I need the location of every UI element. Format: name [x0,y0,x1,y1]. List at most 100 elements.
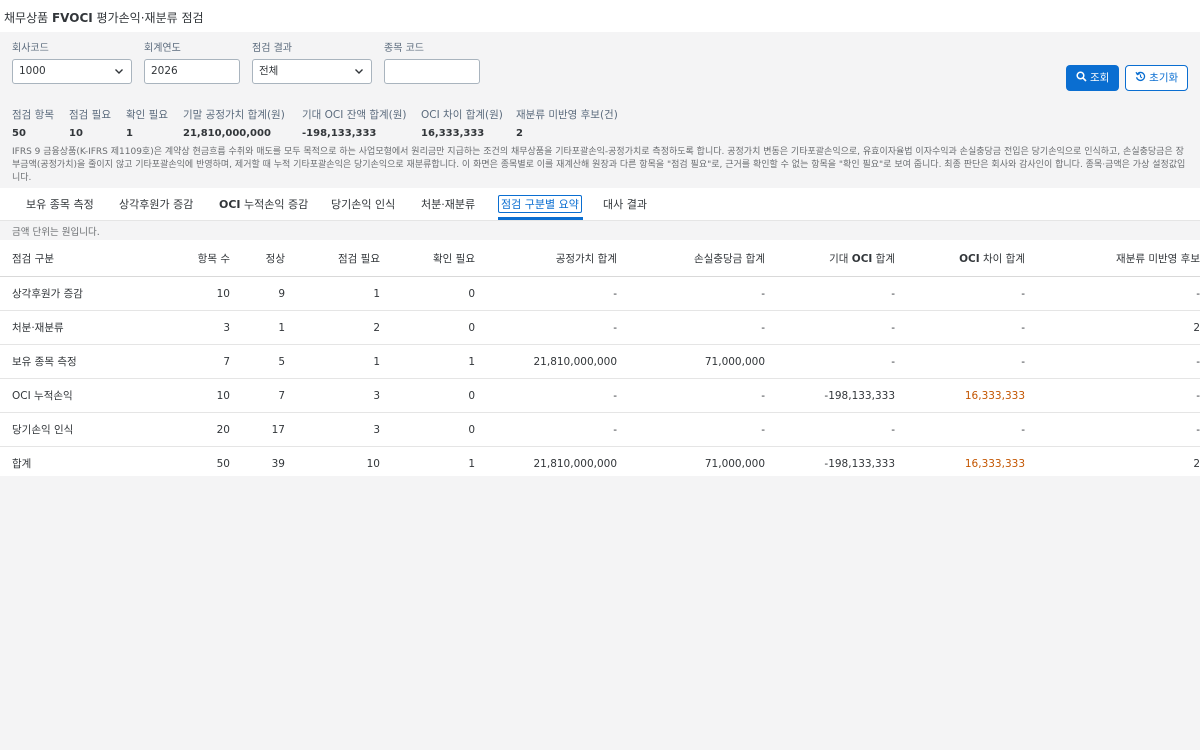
page-title-bold: FVOCI [51,11,93,25]
cell-fair-value: - [475,378,617,413]
kpi-value: 1 [126,128,133,139]
kpi-label: 점검 항목 [12,109,54,121]
title-bar: 채무상품 FVOCI 평가손익·재분류 점검 [0,0,1200,32]
col-header-reclass[interactable]: 재분류 미반영 후보 [1025,240,1200,277]
cell-confirm-needed: 0 [380,412,475,447]
kpi-fair-value-total: 기말 공정가치 합계(원) 21,810,000,000 [183,107,285,139]
tab-amortized-cost-change[interactable]: 상각후원가 증감 [119,196,193,212]
kpi-value: 10 [69,128,83,139]
cell-fair-value: - [475,310,617,345]
col-header-normal[interactable]: 정상 [230,240,285,277]
tab-holdings-measurement[interactable]: 보유 종목 측정 [26,196,94,212]
cell-expected-oci: - [765,310,895,345]
col-header-count[interactable]: 항목 수 [150,240,230,277]
cell-normal: 1 [230,310,285,345]
table-row[interactable]: 상각후원가 증감 10 9 1 0- - - - - [0,276,1200,311]
cell-confirm-needed: 0 [380,276,475,311]
cell-reclass: 2 [1025,310,1200,345]
company-code-label: 회사코드 [12,43,49,54]
check-result-select[interactable]: 전체 [252,59,372,84]
tab-disposal-reclass[interactable]: 처분·재분류 [421,196,475,212]
tab-reconciliation-result[interactable]: 대사 결과 [603,196,647,212]
table-row[interactable]: 보유 종목 측정 7 5 1 1 21,810,000,000 71,000,000- - - [0,344,1200,379]
cell-expected-oci: -198,133,333 [765,378,895,413]
col-header-expected-oci[interactable]: 기대 OCI 합계 [765,240,895,277]
kpi-label: OCI 차이 합계(원) [421,109,503,121]
cell-normal: 7 [230,378,285,413]
cell-count: 10 [150,378,230,413]
col-header-allowance[interactable]: 손실충당금 합계 [617,240,765,277]
col-header-category[interactable]: 점검 구분 [0,240,150,277]
col-header-confirm-needed[interactable]: 확인 필요 [380,240,475,277]
search-button-label: 조회 [1090,72,1110,84]
cell-allowance: - [617,412,765,447]
kpi-reclass-candidates: 재분류 미반영 후보(건) 2 [516,107,618,139]
cell-oci-diff: - [895,344,1025,379]
kpi-label: 점검 필요 [69,109,111,121]
page-title-suffix: 평가손익·재분류 점검 [92,11,204,25]
tab-oci-accumulated-change[interactable]: OCI 누적손익 증감 [219,196,308,212]
cell-normal: 9 [230,276,285,311]
col-header-part: 차이 합계 [979,252,1025,265]
cell-normal: 5 [230,344,285,379]
cell-fair-value: - [475,276,617,311]
kpi-total-items: 점검 항목 50 [12,107,54,139]
tab-oci-bold: OCI [219,198,241,211]
col-header-fair-value[interactable]: 공정가치 합계 [475,240,617,277]
cell-expected-oci: - [765,276,895,311]
tab-summary-by-category[interactable]: 점검 구분별 요약 [498,195,582,213]
cell-reclass: - [1025,378,1200,413]
fiscal-year-input[interactable]: 2026 [144,59,240,84]
kpi-check-needed: 점검 필요 10 [69,107,111,139]
col-header-part: 기대 [829,252,852,265]
kpi-value: -198,133,333 [302,128,377,139]
reset-button[interactable]: 초기화 [1125,65,1188,91]
page-title-prefix: 채무상품 [4,11,52,25]
empty-area [0,476,1200,750]
cell-allowance: - [617,310,765,345]
cell-check-needed: 2 [285,310,380,345]
search-button[interactable]: 조회 [1066,65,1119,91]
kpi-value: 16,333,333 [421,128,485,139]
item-code-label: 종목 코드 [384,43,424,54]
kpi-value: 50 [12,128,26,139]
cell-reclass: - [1025,412,1200,447]
cell-category: OCI 누적손익 [0,378,150,413]
company-code-select[interactable]: 1000 [12,59,132,84]
cell-category: 보유 종목 측정 [0,344,150,379]
cell-category: 당기손익 인식 [0,412,150,447]
cell-count: 10 [150,276,230,311]
cell-check-needed: 1 [285,276,380,311]
kpi-value: 21,810,000,000 [183,128,271,139]
kpi-expected-oci-total: 기대 OCI 잔액 합계(원) -198,133,333 [302,107,407,139]
kpi-oci-diff-total: OCI 차이 합계(원) 16,333,333 [421,107,503,139]
cell-confirm-needed: 1 [380,344,475,379]
table-row[interactable]: 처분·재분류 3 1 2 0- - - -2 [0,310,1200,345]
filter-bar: 회사코드 1000 회계연도 2026 점검 결과 전체 종목 코드 조회 초기… [0,32,1200,188]
cell-confirm-needed: 0 [380,378,475,413]
cell-check-needed: 3 [285,378,380,413]
kpi-confirm-needed: 확인 필요 1 [126,107,168,139]
reset-icon [1135,71,1146,84]
col-header-part: OCI [851,252,873,265]
table-row[interactable]: OCI 누적손익 10 7 3 0- - -198,133,333 16,333,333- [0,378,1200,413]
col-header-check-needed[interactable]: 점검 필요 [285,240,380,277]
description-text: IFRS 9 금융상품(K-IFRS 제1109호)은 계약상 현금흐름 수취와… [12,147,1186,183]
check-result-value: 전체 [259,65,279,77]
item-code-input[interactable] [384,59,480,84]
table-header-row: 점검 구분 항목 수 정상 점검 필요 확인 필요 공정가치 합계 손실충당금 … [0,240,1200,277]
col-header-part: 합계 [872,252,895,265]
cell-category: 처분·재분류 [0,310,150,345]
tab-profit-loss-recognition[interactable]: 당기손익 인식 [331,196,395,212]
cell-oci-diff: - [895,412,1025,447]
cell-count: 20 [150,412,230,447]
check-result-label: 점검 결과 [252,43,292,54]
cell-category: 상각후원가 증감 [0,276,150,311]
cell-allowance: - [617,378,765,413]
cell-count: 7 [150,344,230,379]
fiscal-year-label: 회계연도 [144,43,181,54]
table-row[interactable]: 당기손익 인식 20 17 3 0- - - - - [0,412,1200,447]
cell-count: 3 [150,310,230,345]
col-header-oci-diff[interactable]: OCI 차이 합계 [895,240,1025,277]
cell-oci-diff: 16,333,333 [895,378,1025,413]
